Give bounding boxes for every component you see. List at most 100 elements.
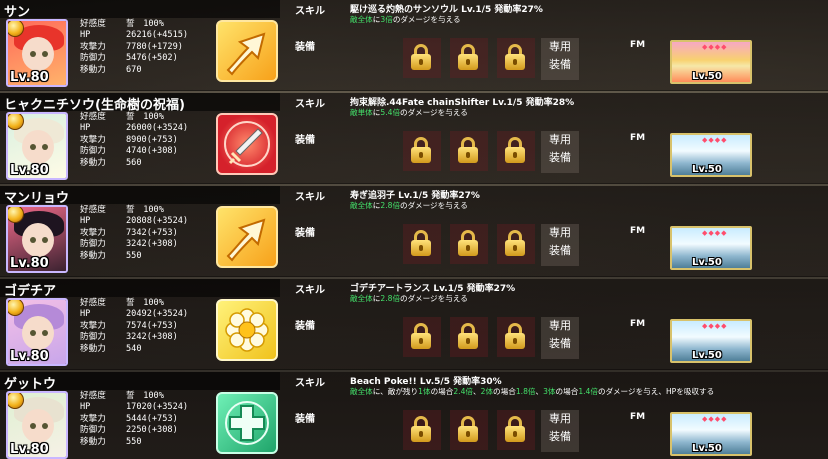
stat-line-move: 移動力 540 xyxy=(80,344,188,355)
skill-description: 敵全体に2.8倍のダメージを与える xyxy=(350,200,468,211)
stat-key-defense: 防御力 xyxy=(80,332,106,343)
equip-label: 装備 xyxy=(295,42,315,53)
arrow-up-icon[interactable] xyxy=(216,206,278,268)
lock-icon xyxy=(411,230,431,256)
character-portrait[interactable]: Lv.80 xyxy=(6,391,68,459)
equipment-card[interactable]: ◆◆◆◆ Lv.50 xyxy=(670,226,752,270)
character-row[interactable]: サン Lv.80 好感度 誓 100% HP 26216(+4515) 攻撃力 7780(+1… xyxy=(0,0,828,91)
character-row[interactable]: ゴデチア Lv.80 好感度 誓 100% HP 20492(+3524) 攻撃力 7574(… xyxy=(0,279,828,370)
stat-value-hp: 20492(+3524) xyxy=(126,309,189,320)
character-row[interactable]: ゲットウ Lv.80 好感度 誓 100% HP 17020(+3524) 攻撃力 5444(… xyxy=(0,372,828,459)
stat-value-attack: 8900(+753) xyxy=(126,134,178,145)
exclusive-equip-button[interactable]: 専用 装備 xyxy=(541,317,579,359)
character-portrait[interactable]: Lv.80 xyxy=(6,112,68,180)
exclusive-equip-button[interactable]: 専用 装備 xyxy=(541,38,579,80)
character-level: Lv.80 xyxy=(10,349,49,364)
stat-value-hp: 20808(+3524) xyxy=(126,216,189,227)
equipment-card[interactable]: ◆◆◆◆ Lv.50 xyxy=(670,319,752,363)
skill-desc-text: の場合 xyxy=(430,387,454,396)
rarity-gem-icon xyxy=(8,300,24,316)
equip-label: 装備 xyxy=(295,135,315,146)
skill-description: 敵全体に2.8倍のダメージを与える xyxy=(350,293,468,304)
arrow-up-icon[interactable] xyxy=(216,20,278,82)
skill-desc-highlight: 3倍 xyxy=(380,15,393,24)
lock-keyhole xyxy=(513,431,517,437)
lock-keyhole xyxy=(419,59,423,65)
stat-key-affection: 好感度 xyxy=(80,112,106,122)
sword-icon[interactable] xyxy=(216,113,278,175)
skill-desc-text: のダメージを与え、HPを吸収する xyxy=(597,387,715,396)
stat-key-move: 移動力 xyxy=(80,250,106,261)
lock-icon xyxy=(505,230,525,256)
skill-desc-highlight: 敵単体 xyxy=(350,108,373,117)
stat-value-defense: 2250(+308) xyxy=(126,425,178,436)
portrait-face xyxy=(22,409,54,443)
character-name: ヒャクニチソウ(生命樹の祝福) xyxy=(4,98,185,113)
portrait-eye xyxy=(42,330,48,336)
stat-line-defense: 防御力 4740(+308) xyxy=(80,146,188,157)
portrait-eye xyxy=(30,144,36,150)
lock-icon xyxy=(505,44,525,70)
exclusive-equip-button[interactable]: 専用 装備 xyxy=(541,224,579,266)
arrow-up-icon-graphic xyxy=(226,218,266,262)
skill-desc-highlight: 3体 xyxy=(543,387,556,396)
stat-line-attack: 攻撃力 7574(+753) xyxy=(80,321,188,332)
skill-label: スキル xyxy=(295,285,325,296)
equipment-card[interactable]: ◆◆◆◆ Lv.50 xyxy=(670,40,752,84)
stat-value-move: 550 xyxy=(126,250,142,261)
equipment-card[interactable]: ◆◆◆◆ Lv.50 xyxy=(670,412,752,456)
portrait-eye xyxy=(42,144,48,150)
stat-key-affection: 好感度 xyxy=(80,205,106,215)
equip-label: 装備 xyxy=(295,414,315,425)
skill-desc-text: 、 xyxy=(535,387,544,396)
flower-icon[interactable] xyxy=(216,299,278,361)
stat-value-hp: 17020(+3524) xyxy=(126,402,189,413)
stat-key-move: 移動力 xyxy=(80,157,106,168)
character-level: Lv.80 xyxy=(10,256,49,271)
stat-key-affection: 好感度 xyxy=(80,19,106,29)
portrait-eye xyxy=(42,423,48,429)
stat-value-move: 540 xyxy=(126,343,142,354)
equipment-rank-gems-icon: ◆◆◆◆ xyxy=(702,229,728,237)
lock-icon xyxy=(411,416,431,442)
lock-icon xyxy=(458,323,478,349)
character-row[interactable]: ヒャクニチソウ(生命樹の祝福) Lv.80 好感度 誓 100% HP 26000(+35… xyxy=(0,93,828,184)
skill-desc-text: のダメージを与える xyxy=(400,108,468,117)
equipment-card[interactable]: ◆◆◆◆ Lv.50 xyxy=(670,133,752,177)
stat-value-affection: 誓 100% xyxy=(126,298,164,308)
character-portrait[interactable]: Lv.80 xyxy=(6,298,68,366)
skill-desc-text: 、 xyxy=(473,387,481,396)
exclusive-equip-button[interactable]: 専用 装備 xyxy=(541,131,579,173)
character-portrait[interactable]: Lv.80 xyxy=(6,205,68,273)
lock-icon xyxy=(411,137,431,163)
fm-label: FM xyxy=(630,319,646,329)
party-status-screen: サン Lv.80 好感度誓 100% HP 26216(+4515) 攻撃力 7780(+1… xyxy=(0,0,828,459)
skill-desc-highlight: 2.4倍 xyxy=(453,387,474,396)
stat-value-defense: 5476(+502) xyxy=(126,53,178,64)
equip-label: 装備 xyxy=(295,228,315,239)
stat-value-attack: 5444(+753) xyxy=(126,413,178,424)
skill-desc-highlight: 1.8倍 xyxy=(515,387,536,396)
lock-keyhole xyxy=(513,59,517,65)
stat-key-attack: 攻撃力 xyxy=(80,320,106,331)
character-level: Lv.80 xyxy=(10,442,49,457)
character-portrait[interactable]: Lv.80 xyxy=(6,19,68,87)
stat-line-hp: HP 26216(+4515) xyxy=(80,30,188,41)
stat-key-move: 移動力 xyxy=(80,64,106,75)
skill-desc-highlight: 敵全体 xyxy=(350,201,373,210)
stat-value-hp: 26216(+4515) xyxy=(126,30,189,41)
stat-key-hp: HP xyxy=(80,309,91,320)
stat-key-move: 移動力 xyxy=(80,343,106,354)
portrait-eye xyxy=(42,237,48,243)
skill-desc-highlight: 2.8倍 xyxy=(380,201,401,210)
stat-line-affection: 好感度 誓 100% xyxy=(80,391,188,402)
cross-icon-graphic xyxy=(225,401,269,445)
cross-icon[interactable] xyxy=(216,392,278,454)
stat-line-move: 移動力 550 xyxy=(80,437,188,448)
portrait-eye xyxy=(30,51,36,57)
lock-keyhole xyxy=(466,431,470,437)
exclusive-equip-button[interactable]: 専用 装備 xyxy=(541,410,579,452)
character-row[interactable]: マンリョウ Lv.80 好感度 誓 100% HP 20808(+3524) 攻撃力 7342… xyxy=(0,186,828,277)
skill-description: 敵全体に、敵が残り1体の場合2.4倍、2体の場合1.8倍、3体の場合1.4倍のダ… xyxy=(350,386,714,397)
stat-value-affection: 誓 100% xyxy=(126,205,164,215)
